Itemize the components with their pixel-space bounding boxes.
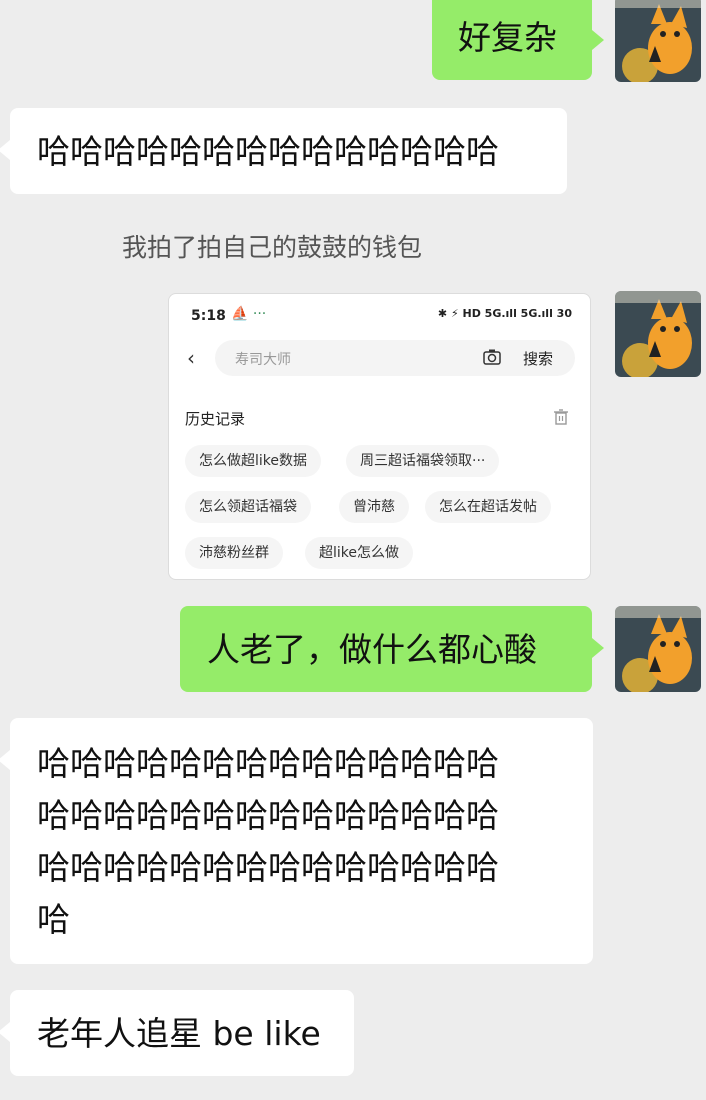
message-text-line: 哈哈哈哈哈哈哈哈哈哈哈哈哈哈 [37,744,499,783]
message-text: 好复杂 [458,18,557,57]
search-placeholder: 寿司大师 [235,352,291,368]
bubble-tail [0,750,10,770]
status-time: 5:18 [191,308,226,324]
trash-icon[interactable] [552,408,570,426]
image-message[interactable]: 5:18 ⛵ ··· ✱ ⚡ HD 5G.ıll 5G.ıll 30 ‹ 寿司大… [168,293,591,580]
status-extra: ⛵ ··· [231,306,267,322]
message-bubble-incoming[interactable]: 老年人追星 be like [10,990,354,1076]
message-bubble-outgoing[interactable]: 人老了，做什么都心酸 [180,606,592,692]
history-chip[interactable]: 沛慈粉丝群 [185,537,283,569]
search-button[interactable]: 搜索 [523,348,553,369]
cat-avatar-icon [615,606,701,692]
bubble-tail [592,638,604,658]
message-bubble-incoming[interactable]: 哈哈哈哈哈哈哈哈哈哈哈哈哈哈 哈哈哈哈哈哈哈哈哈哈哈哈哈哈 哈哈哈哈哈哈哈哈哈哈… [10,718,593,964]
message-text-line: 哈哈哈哈哈哈哈哈哈哈哈哈哈哈 [37,796,499,835]
message-text: 人老了，做什么都心酸 [207,630,537,669]
history-title: 历史记录 [185,410,246,428]
history-chip[interactable]: 周三超话福袋领取··· [346,445,500,477]
message-text: 老年人追星 be like [37,1014,321,1053]
avatar[interactable] [615,0,701,82]
message-bubble-incoming[interactable]: 哈哈哈哈哈哈哈哈哈哈哈哈哈哈 [10,108,567,194]
history-chip[interactable]: 怎么做超like数据 [185,445,322,477]
history-chip[interactable]: 怎么在超话发帖 [425,491,551,523]
message-text: 哈哈哈哈哈哈哈哈哈哈哈哈哈哈 [37,132,499,171]
pat-notice: 我拍了拍自己的鼓鼓的钱包 [122,233,423,262]
bubble-tail [592,30,604,50]
search-input[interactable]: 寿司大师 搜索 [215,340,575,376]
message-text-line: 哈哈哈哈哈哈哈哈哈哈哈哈哈哈 [37,848,499,887]
camera-icon[interactable] [481,346,503,368]
message-text-line: 哈 [37,900,70,939]
status-icons: ✱ ⚡ HD 5G.ıll 5G.ıll 30 [437,307,572,320]
cat-avatar-icon [615,291,701,377]
back-icon[interactable]: ‹ [187,346,195,370]
avatar[interactable] [615,606,701,692]
bubble-tail [0,1022,10,1042]
message-bubble-outgoing[interactable]: 好复杂 [432,0,592,80]
history-chip[interactable]: 曾沛慈 [339,491,409,523]
history-chip[interactable]: 怎么领超话福袋 [185,491,311,523]
cat-avatar-icon [615,0,701,82]
bubble-tail [0,140,10,160]
history-chip[interactable]: 超like怎么做 [305,537,414,569]
avatar[interactable] [615,291,701,377]
